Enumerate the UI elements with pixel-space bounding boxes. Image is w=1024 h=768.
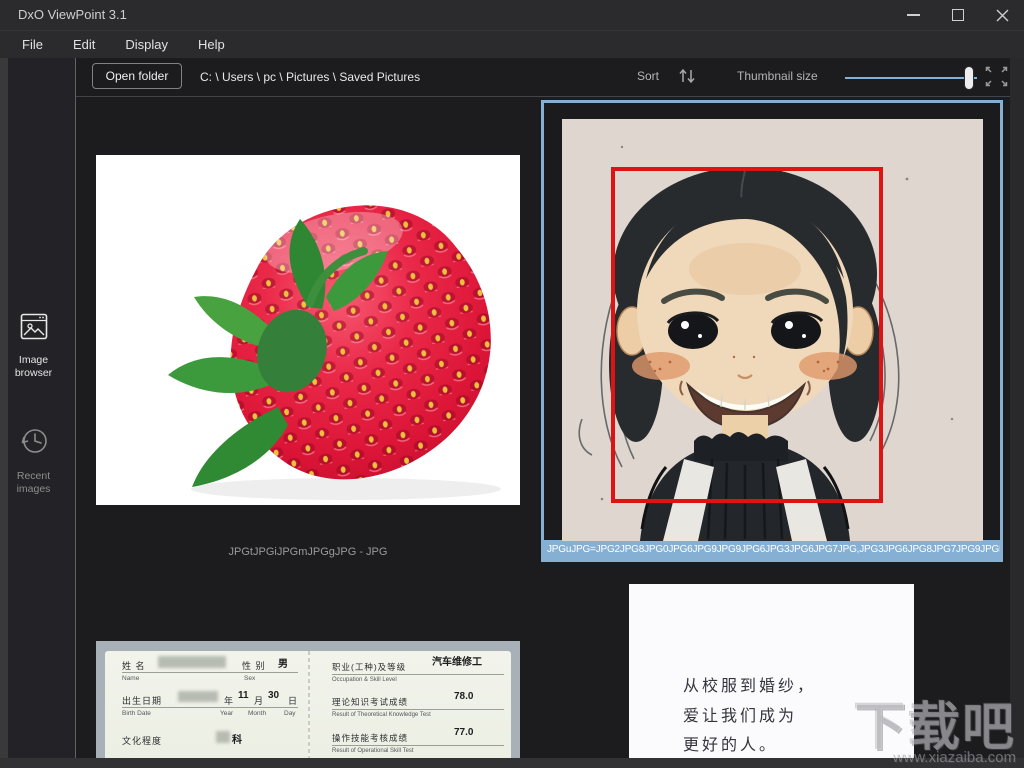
note-line-2: 爱让我们成为 [683, 702, 797, 726]
cert-day-label-cn: 日 [288, 694, 298, 707]
thumbnail-certificate[interactable]: 姓 名 性 别 男 Name Sex 出生日期 年 11 月 30 日 Birt… [96, 641, 520, 758]
cert-skill-label-en: Result of Operational Skill Test [332, 748, 414, 754]
menu-help[interactable]: Help [198, 37, 225, 52]
cert-theory-label-en: Result of Theoretical Knowledge Test [332, 712, 431, 718]
note-line-3: 更好的人。 [683, 731, 778, 755]
cert-sex-label-cn: 性 别 [242, 659, 266, 672]
cert-edu-value: 科 [232, 731, 242, 746]
cert-theory-label-cn: 理论知识考试成绩 [332, 696, 408, 708]
thumbnail-size-slider[interactable] [845, 68, 977, 88]
cert-sex-label-en: Sex [244, 675, 255, 682]
cert-sex-value: 男 [278, 655, 288, 670]
cert-month-label-en: Month [248, 710, 266, 717]
cert-birth-label-en: Birth Date [122, 710, 151, 717]
recent-images-icon [16, 424, 52, 458]
breadcrumb: C: \ Users \ pc \ Pictures \ Saved Pictu… [200, 70, 420, 84]
cert-underline [122, 707, 298, 708]
cert-occ-value: 汽车维修工 [432, 653, 482, 668]
cert-underline [122, 672, 298, 673]
cert-occ-label-cn: 职业(工种)及等级 [332, 661, 406, 673]
cert-name-redacted [158, 656, 226, 668]
certificate-crease [308, 651, 310, 758]
crop-frame[interactable] [611, 167, 883, 503]
expand-arrows-icon [984, 65, 1009, 88]
window-frame-left [0, 58, 8, 758]
window-title: DxO ViewPoint 3.1 [18, 0, 127, 30]
thumbnail-caption-selected: JPGuJPG=JPG2JPG8JPG0JPG6JPG9JPG9JPG6JPG3… [544, 540, 1000, 559]
strawberry-image [96, 155, 520, 505]
window-frame-right [1010, 58, 1024, 758]
sidebar-item-recent-images[interactable]: Recent images [0, 424, 67, 496]
sort-arrows-icon [676, 66, 698, 86]
cert-theory-value: 78.0 [454, 691, 473, 702]
cert-underline [332, 709, 504, 710]
cert-underline [332, 674, 504, 675]
cert-skill-label-cn: 操作技能考核成绩 [332, 732, 408, 744]
close-icon [996, 9, 1009, 22]
thumbnail-strawberry[interactable] [96, 155, 520, 505]
sidebar-item-label: Image browser [0, 354, 67, 380]
menu-edit[interactable]: Edit [73, 37, 95, 52]
cert-edu-redacted [216, 731, 230, 743]
title-bar: DxO ViewPoint 3.1 [0, 0, 1024, 30]
window-frame-bottom [0, 758, 1024, 768]
cert-name-label-en: Name [122, 675, 139, 682]
cert-day-value: 30 [268, 690, 279, 701]
cert-year-label-cn: 年 [224, 694, 234, 707]
toolbar-divider [76, 96, 1010, 97]
menu-display[interactable]: Display [125, 37, 168, 52]
slider-handle[interactable] [964, 66, 974, 90]
cert-month-value: 11 [238, 690, 249, 701]
thumbnail-handwritten-note[interactable]: 从校服到婚纱， 爱让我们成为 更好的人。 [629, 584, 914, 758]
minimize-button[interactable] [896, 0, 930, 30]
cert-birth-label-cn: 出生日期 [122, 694, 162, 707]
menu-bar: File Edit Display Help [0, 30, 1024, 58]
cert-skill-value: 77.0 [454, 727, 473, 738]
menu-file[interactable]: File [22, 37, 43, 52]
minimize-icon [907, 14, 920, 16]
sidebar [8, 58, 75, 758]
close-button[interactable] [985, 0, 1019, 30]
sidebar-item-label: Recent images [0, 470, 67, 496]
cert-name-label-cn: 姓 名 [122, 659, 146, 672]
thumbnail-size-label: Thumbnail size [737, 69, 818, 83]
image-browser-icon [18, 312, 50, 342]
maximize-button[interactable] [941, 0, 975, 30]
maximize-icon [952, 9, 964, 21]
cert-day-label-en: Day [284, 710, 296, 717]
cert-birthyear-redacted [178, 691, 218, 702]
app-window: { "window": { "title": "DxO ViewPoint 3.… [0, 0, 1024, 768]
sort-direction-button[interactable] [676, 66, 698, 91]
cert-occ-label-en: Occupation & Skill Level [332, 677, 397, 683]
cert-month-label-cn: 月 [254, 694, 264, 707]
note-line-1: 从校服到婚纱， [683, 672, 816, 696]
open-folder-button[interactable]: Open folder [92, 63, 182, 89]
cert-edu-label-cn: 文化程度 [122, 734, 162, 747]
sidebar-item-image-browser[interactable]: Image browser [0, 312, 67, 380]
fullscreen-button[interactable] [984, 65, 1009, 93]
thumbnail-caption: JPGtJPGiJPGmJPGgJPG - JPG [96, 546, 520, 558]
sort-label: Sort [637, 69, 659, 83]
cert-year-label-en: Year [220, 710, 233, 717]
cert-underline [332, 745, 504, 746]
slider-track [845, 77, 977, 79]
